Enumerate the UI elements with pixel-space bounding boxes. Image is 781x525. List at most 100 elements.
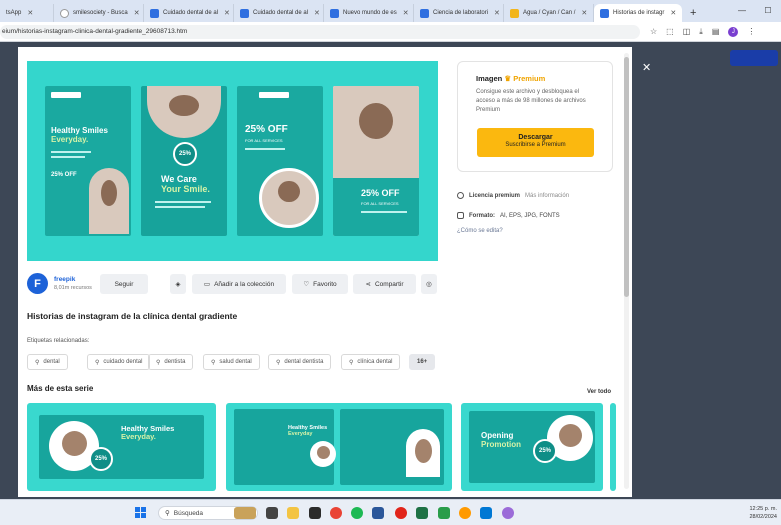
new-tab-button[interactable]: + — [682, 7, 704, 19]
collection-label: Añadir a la colección — [214, 280, 275, 288]
layers-button[interactable]: ◈ — [170, 274, 186, 294]
modal-scrollbar[interactable] — [624, 53, 629, 489]
author-info: F freepik 8,01m recursos — [27, 273, 92, 294]
menu-icon[interactable]: ⋮ — [747, 27, 755, 36]
tag-label: salud dental — [219, 359, 252, 365]
story-text-line — [155, 201, 211, 203]
vscode-icon[interactable] — [480, 507, 492, 519]
tag-label: dentista — [164, 359, 186, 365]
premium-panel: Imagen ♛ Premium Consigue este archivo y… — [457, 61, 613, 172]
tag-label: dental dentista — [284, 359, 324, 365]
close-icon[interactable]: ✕ — [224, 9, 230, 17]
tag-chip[interactable]: ⚲ dentista — [148, 354, 194, 370]
close-modal-icon[interactable]: ✕ — [642, 61, 651, 74]
story-logo — [259, 92, 289, 98]
close-icon[interactable]: ✕ — [134, 9, 140, 17]
story-panel — [333, 178, 419, 236]
system-clock[interactable]: 12:25 p. m. 28/02/2024 — [749, 505, 777, 521]
series-thumbnail[interactable]: 25% Healthy Smiles Everyday. — [27, 403, 216, 491]
tab-label: Historias de instagr — [613, 10, 665, 16]
follow-button[interactable]: Seguir — [100, 274, 148, 294]
tag-chip[interactable]: ⚲ dental — [27, 354, 68, 370]
tag-chip[interactable]: ⚲ dental dentista — [268, 354, 332, 370]
maximize-icon[interactable]: ☐ — [755, 0, 781, 20]
add-to-collection-button[interactable]: ▭ Añadir a la colección — [192, 274, 286, 294]
tag-chip[interactable]: ⚲ clínica dental — [341, 354, 401, 370]
tag-chip[interactable]: ⚲ salud dental — [203, 354, 260, 370]
series-thumbnail[interactable] — [610, 403, 616, 491]
chrome-icon[interactable] — [330, 507, 342, 519]
thumbnail-heading: Healthy Smiles Everyday. — [121, 425, 174, 441]
more-tags-button[interactable]: 16+ — [409, 354, 436, 370]
thumbnail-heading-line1: Opening — [481, 431, 514, 440]
share-button[interactable]: ⋖ Compartir — [353, 274, 416, 294]
sidebar-icon[interactable]: ▤ — [712, 27, 720, 36]
author-name[interactable]: freepik — [54, 276, 92, 283]
close-icon[interactable]: ✕ — [670, 9, 676, 17]
browser-icon[interactable] — [459, 507, 471, 519]
close-icon[interactable]: ✕ — [314, 9, 320, 17]
profile-avatar[interactable]: J — [728, 26, 739, 37]
close-icon[interactable]: ✕ — [581, 9, 587, 17]
story-subtitle: FOR ALL SERVICES — [245, 138, 283, 143]
tab-label: Nuevo mundo de es — [343, 10, 397, 16]
extension-icon[interactable]: ⬚ — [666, 27, 674, 36]
word-icon[interactable] — [372, 507, 384, 519]
story-card-2: 25% We Care Your Smile. — [141, 86, 227, 236]
download-button[interactable]: Descargar Suscribirse a Premium — [477, 128, 594, 157]
see-all-link[interactable]: Ver todo — [587, 389, 611, 395]
widgets-icon[interactable] — [234, 507, 256, 519]
tab-agua[interactable]: Agua / Cyan / Can / ✕ — [504, 4, 594, 22]
spotify-icon[interactable] — [351, 507, 363, 519]
story-photo — [147, 86, 221, 138]
tag-label: clínica dental — [357, 359, 393, 365]
download-icon[interactable]: ⤓ — [699, 27, 703, 37]
minimize-icon[interactable]: — — [729, 0, 755, 20]
tag-chip[interactable]: ⚲ cuidado dental — [87, 354, 151, 370]
tab-nuevo-mundo[interactable]: Nuevo mundo de es ✕ — [324, 4, 414, 22]
resource-title: Historias de instagram de la clínica den… — [27, 311, 238, 321]
tab-historias[interactable]: Historias de instagr ✕ — [594, 4, 682, 22]
search-icon — [60, 8, 69, 18]
taskbar-search-label: Búsqueda — [173, 509, 204, 517]
story-photo — [89, 168, 129, 234]
story-text-line — [51, 151, 91, 153]
story-text-line — [361, 211, 407, 213]
license-more-link[interactable]: Más información — [525, 193, 569, 199]
more-options-button[interactable]: ◎ — [421, 274, 437, 294]
excel-icon[interactable] — [416, 507, 428, 519]
opera-icon[interactable] — [395, 507, 407, 519]
tab-whatsapp[interactable]: tsApp ✕ — [0, 4, 54, 22]
story-discount: 25% OFF — [51, 172, 77, 178]
url-input[interactable]: eium/historias-instagram-clinica-dental-… — [0, 24, 640, 39]
tab-dental-2[interactable]: Cuidado dental de al ✕ — [234, 4, 324, 22]
task-view-icon[interactable] — [266, 507, 278, 519]
app-icon[interactable] — [502, 507, 514, 519]
tab-bing[interactable]: smilesociety - Busca ✕ — [54, 4, 144, 22]
thumbnail-heading-line2: Promotion — [481, 440, 521, 449]
site-icon — [240, 8, 249, 18]
favorite-button[interactable]: ♡ Favorito — [292, 274, 348, 294]
story-heading: Healthy Smiles Everyday. — [51, 126, 108, 144]
download-label: Descargar — [518, 134, 553, 141]
thumbnail-heading-line2: Everyday. — [121, 432, 156, 441]
tab-dental-1[interactable]: Cuidado dental de al ✕ — [144, 4, 234, 22]
close-icon[interactable]: ✕ — [27, 9, 33, 17]
file-explorer-icon[interactable] — [287, 507, 299, 519]
close-icon[interactable]: ✕ — [494, 9, 500, 17]
app-icon[interactable] — [438, 507, 450, 519]
favorite-label: Favorito — [313, 280, 337, 288]
series-thumbnail[interactable]: Opening Promotion 25% — [461, 403, 603, 491]
windows-start-icon[interactable] — [135, 507, 146, 518]
series-thumbnail[interactable]: Healthy Smiles Everyday — [226, 403, 452, 491]
tab-ciencia[interactable]: Ciencia de laboratori ✕ — [414, 4, 504, 22]
scrollbar-thumb[interactable] — [624, 57, 629, 297]
close-icon[interactable]: ✕ — [403, 9, 409, 17]
store-icon[interactable] — [309, 507, 321, 519]
puzzle-icon[interactable]: ◫ — [683, 27, 691, 36]
star-icon[interactable]: ☆ — [650, 27, 657, 36]
author-avatar[interactable]: F — [27, 273, 48, 294]
crown-icon: ♛ — [504, 74, 512, 83]
preview-image[interactable]: Healthy Smiles Everyday. 25% OFF 25% We C… — [27, 61, 438, 261]
how-to-edit-link[interactable]: ¿Cómo se edita? — [457, 228, 503, 234]
